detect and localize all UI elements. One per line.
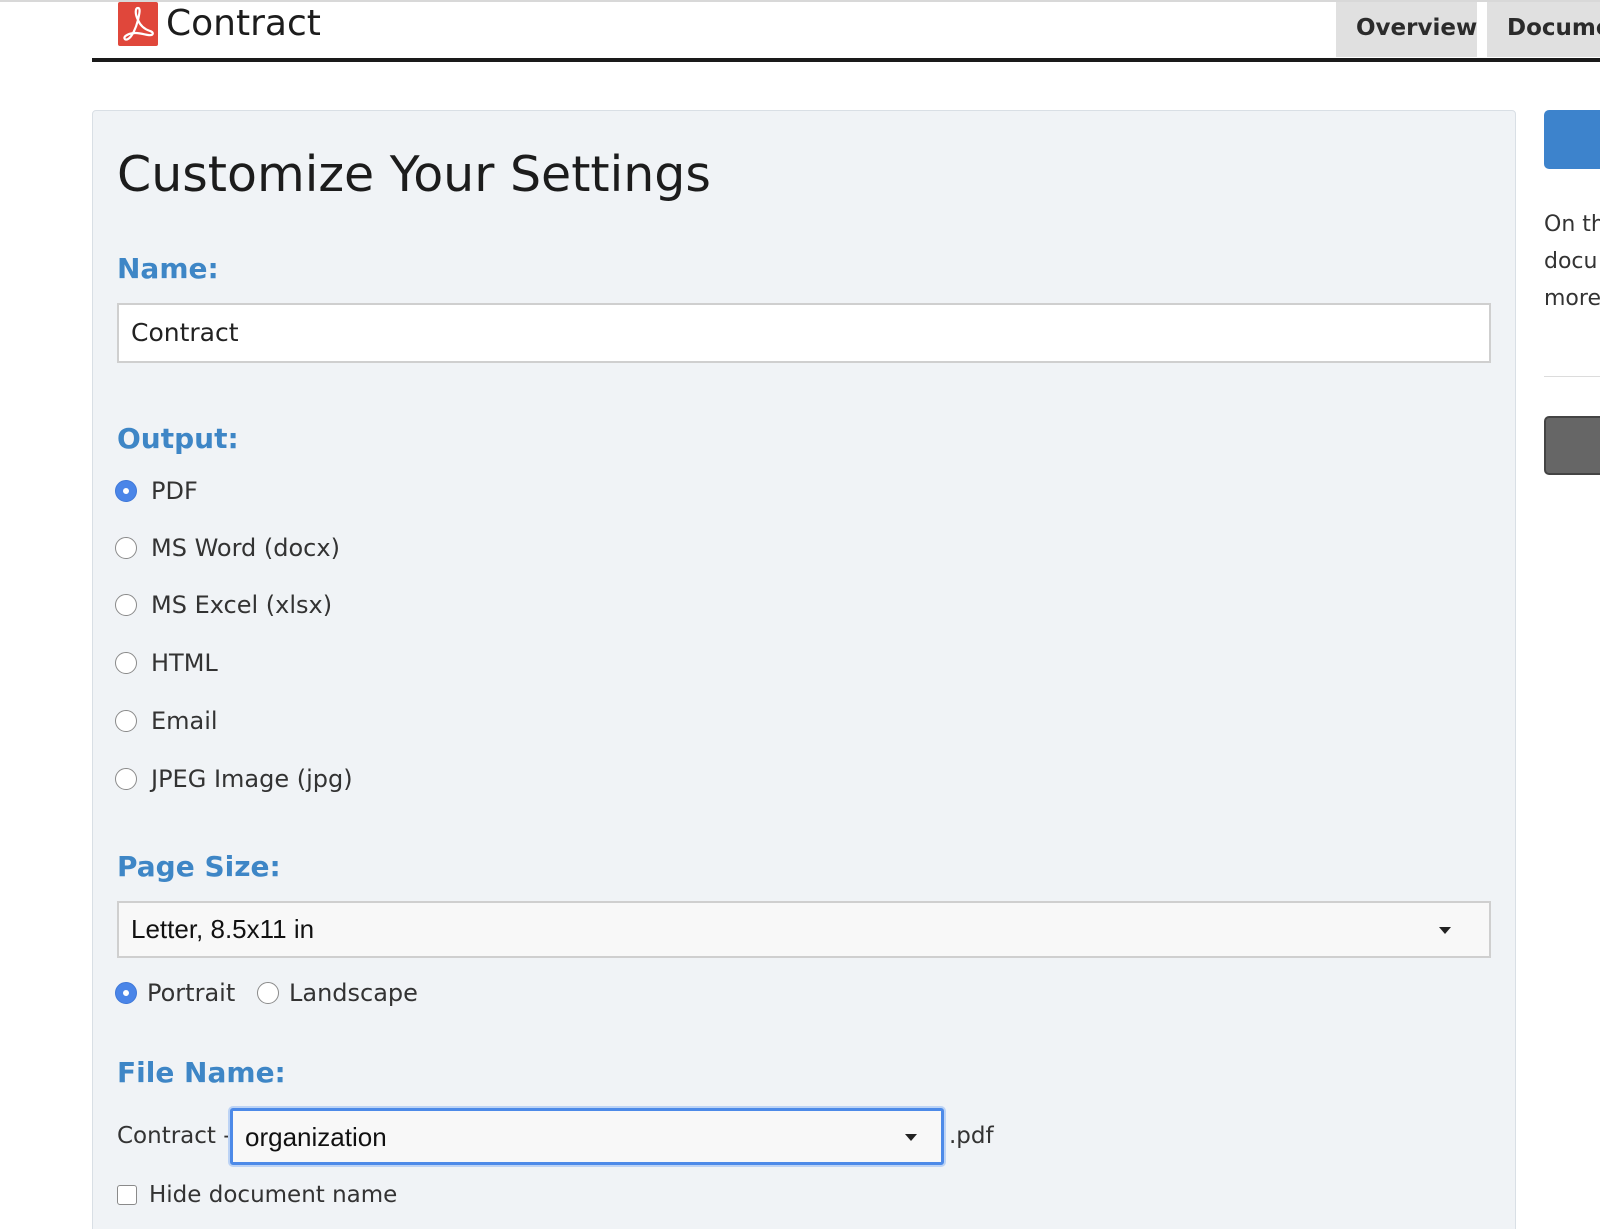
page-size-select[interactable]: Letter, 8.5x11 in: [117, 901, 1491, 958]
chevron-down-icon: [905, 1134, 917, 1141]
file-name-select[interactable]: organization: [230, 1108, 944, 1165]
tab-documents[interactable]: Docume: [1487, 2, 1600, 57]
help-line: more: [1544, 286, 1600, 311]
output-option-email[interactable]: Email: [115, 705, 218, 737]
output-option-label: MS Excel (xlsx): [151, 591, 333, 619]
radio-unchecked-icon[interactable]: [115, 768, 137, 790]
output-option-label: MS Word (docx): [151, 534, 340, 562]
chevron-down-icon: [1439, 927, 1451, 934]
help-line: docu: [1544, 249, 1598, 274]
file-name-label: File Name:: [117, 1056, 286, 1089]
orientation-portrait[interactable]: Portrait: [115, 977, 235, 1009]
output-option-label: JPEG Image (jpg): [151, 765, 353, 793]
output-option-pdf[interactable]: PDF: [115, 475, 198, 507]
radio-checked-icon[interactable]: [115, 480, 137, 502]
hide-document-name-label: Hide document name: [149, 1182, 398, 1208]
output-option-docx[interactable]: MS Word (docx): [115, 532, 340, 564]
file-name-prefix: Contract -: [117, 1123, 232, 1149]
page-size-label: Page Size:: [117, 850, 281, 883]
hide-document-name-option[interactable]: Hide document name: [117, 1182, 397, 1208]
output-option-label: Email: [151, 707, 218, 735]
page: Contract Overview Docume Customize Your …: [0, 0, 1600, 1229]
page-title: Customize Your Settings: [117, 146, 711, 203]
radio-unchecked-icon[interactable]: [115, 652, 137, 674]
output-option-label: PDF: [151, 477, 198, 505]
orientation-label: Portrait: [147, 979, 236, 1007]
document-title: Contract: [166, 3, 321, 44]
file-name-suffix: .pdf: [949, 1123, 994, 1149]
orientation-label: Landscape: [289, 979, 418, 1007]
settings-panel: Customize Your Settings Name: Contract O…: [92, 110, 1516, 1229]
tab-overview[interactable]: Overview: [1336, 2, 1477, 57]
name-label: Name:: [117, 252, 219, 285]
radio-unchecked-icon[interactable]: [257, 982, 279, 1004]
radio-unchecked-icon[interactable]: [115, 710, 137, 732]
document-header: Contract Overview Docume: [92, 2, 1600, 62]
output-option-label: HTML: [151, 649, 218, 677]
checkbox-icon[interactable]: [117, 1185, 137, 1205]
file-name-value: organization: [245, 1122, 387, 1152]
help-line: On th: [1544, 212, 1600, 237]
radio-unchecked-icon[interactable]: [115, 537, 137, 559]
name-input[interactable]: Contract: [117, 303, 1491, 363]
primary-action-button[interactable]: [1544, 110, 1600, 169]
divider: [1544, 376, 1600, 377]
secondary-action-button[interactable]: [1544, 416, 1600, 475]
output-label: Output:: [117, 422, 239, 455]
radio-checked-icon[interactable]: [115, 982, 137, 1004]
pdf-file-icon: [118, 2, 158, 46]
output-option-xlsx[interactable]: MS Excel (xlsx): [115, 589, 332, 621]
output-option-html[interactable]: HTML: [115, 647, 218, 679]
page-size-value: Letter, 8.5x11 in: [131, 914, 315, 944]
output-option-jpg[interactable]: JPEG Image (jpg): [115, 763, 353, 795]
right-sidebar: On th docu more: [1544, 110, 1600, 510]
help-text: On th docu more: [1544, 206, 1600, 317]
radio-unchecked-icon[interactable]: [115, 594, 137, 616]
orientation-landscape[interactable]: Landscape: [257, 977, 418, 1009]
